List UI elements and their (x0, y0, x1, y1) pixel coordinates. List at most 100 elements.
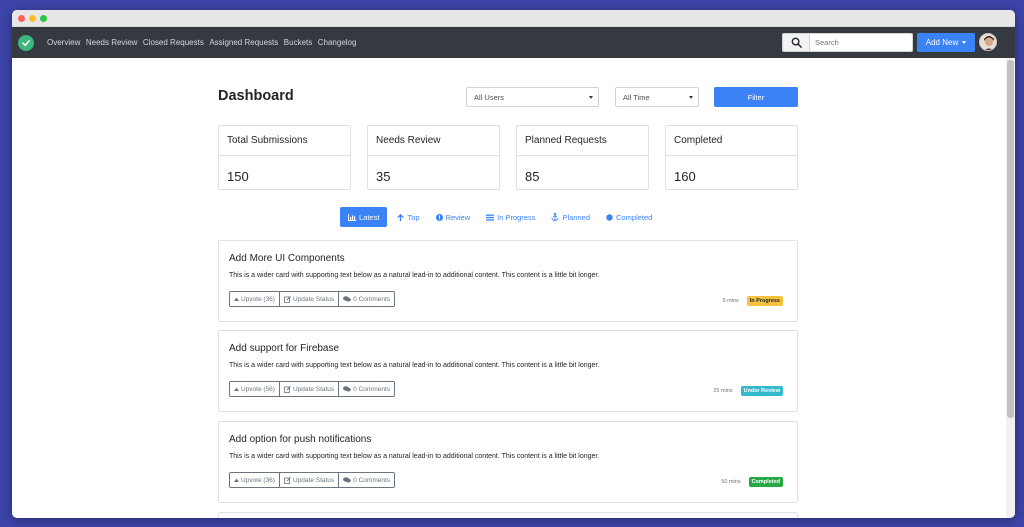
request-meta: 9 mins In Progress (723, 296, 783, 306)
stat-value: 160 (674, 169, 696, 184)
user-filter-select[interactable]: All Users (466, 87, 599, 107)
comments-icon (343, 477, 351, 483)
top-navbar: Overview Needs Review Closed Requests As… (12, 27, 1015, 58)
brand-check-logo[interactable] (18, 35, 34, 51)
update-status-label: Update Status (292, 385, 335, 393)
request-actions: Upvote (56) Update Status 0 Comments (229, 381, 396, 397)
update-status-label: Update Status (292, 295, 335, 303)
exclamation-circle-icon (435, 213, 443, 221)
stat-card-needs-review: Needs Review 35 (367, 125, 500, 190)
bar-chart-icon (348, 213, 356, 221)
request-actions: Upvote (36) Update Status 0 Comments (229, 291, 396, 307)
tab-label: Top (407, 212, 420, 222)
edit-icon (284, 295, 291, 303)
request-card: Add support for Firebase This is a wider… (218, 330, 798, 412)
arrow-up-icon (397, 213, 405, 221)
tab-top[interactable]: Top (391, 207, 425, 227)
comments-button[interactable]: 0 Comments (339, 292, 394, 306)
search-group (782, 33, 913, 52)
comments-button[interactable]: 0 Comments (339, 473, 394, 487)
search-input[interactable] (810, 34, 912, 51)
request-title[interactable]: Add option for push notifications (229, 434, 371, 445)
nav-link-changelog[interactable]: Changelog (318, 38, 357, 47)
upvote-label: Upvote (36) (241, 295, 275, 303)
request-card: Add More UI Components This is a wider c… (218, 240, 798, 322)
chevron-down-icon (689, 96, 693, 99)
time-filter-value: All Time (623, 92, 650, 102)
avatar[interactable] (979, 33, 997, 51)
tab-in-progress[interactable]: In Progress (480, 207, 541, 227)
tab-label: Planned (562, 212, 591, 222)
update-status-label: Update Status (292, 476, 335, 484)
tab-planned[interactable]: Planned (545, 207, 596, 227)
hexagon-icon (606, 213, 613, 221)
page-title: Dashboard (218, 88, 294, 104)
browser-window: Overview Needs Review Closed Requests As… (12, 10, 1015, 518)
request-actions: Upvote (36) Update Status 0 Comments (229, 472, 396, 488)
add-new-label: Add New (925, 38, 959, 47)
request-meta: 50 mins Completed (721, 477, 783, 487)
update-status-button[interactable]: Update Status (280, 292, 340, 306)
chevron-down-icon (589, 96, 593, 99)
status-badge: Completed (748, 477, 783, 487)
request-title[interactable]: Add support for Firebase (229, 343, 339, 354)
minimize-window-button[interactable] (29, 15, 36, 22)
add-new-dropdown-button[interactable]: Add New (917, 33, 975, 52)
request-description: This is a wider card with supporting tex… (229, 272, 600, 279)
stat-card-total-submissions: Total Submissions 150 (218, 125, 351, 190)
comments-button[interactable]: 0 Comments (339, 382, 394, 396)
maximize-window-button[interactable] (40, 15, 47, 22)
nav-link-needs-review[interactable]: Needs Review (86, 38, 138, 47)
anchor-icon (551, 213, 560, 221)
nav-links: Overview Needs Review Closed Requests As… (47, 27, 362, 58)
stat-value: 150 (227, 169, 249, 184)
nav-link-buckets[interactable]: Buckets (284, 38, 312, 47)
request-card (218, 512, 798, 518)
window-titlebar (12, 10, 1015, 27)
nav-link-closed-requests[interactable]: Closed Requests (143, 38, 204, 47)
update-status-button[interactable]: Update Status (280, 382, 340, 396)
nav-link-overview[interactable]: Overview (47, 38, 80, 47)
upvote-button[interactable]: Upvote (56) (230, 382, 280, 396)
upvote-button[interactable]: Upvote (36) (230, 292, 280, 306)
user-filter-value: All Users (474, 92, 505, 102)
nav-link-assigned-requests[interactable]: Assigned Requests (209, 38, 278, 47)
stat-value: 85 (525, 169, 540, 184)
request-card: Add option for push notifications This i… (218, 421, 798, 503)
stat-card-completed: Completed 160 (665, 125, 798, 190)
tab-label: Completed (616, 212, 653, 222)
page-scrollbar-thumb[interactable] (1007, 60, 1014, 418)
upvote-label: Upvote (36) (241, 476, 275, 484)
comments-label: 0 Comments (353, 295, 391, 303)
search-button[interactable] (783, 34, 810, 51)
tab-label: Latest (359, 212, 380, 222)
tab-latest[interactable]: Latest (340, 207, 388, 227)
filter-button[interactable]: Filter (714, 87, 798, 107)
edit-icon (284, 476, 291, 484)
caret-up-icon (234, 387, 239, 391)
caret-up-icon (234, 478, 239, 482)
status-badge: Under Review (740, 386, 783, 396)
stat-card-planned-requests: Planned Requests 85 (516, 125, 649, 190)
update-status-button[interactable]: Update Status (280, 473, 340, 487)
edit-icon (284, 385, 291, 393)
request-time: 25 mins (713, 388, 733, 394)
upvote-button[interactable]: Upvote (36) (230, 473, 280, 487)
stat-label: Planned Requests (517, 126, 648, 156)
request-time: 50 mins (721, 479, 741, 485)
close-window-button[interactable] (18, 15, 25, 22)
status-badge: In Progress (746, 296, 783, 306)
list-icon (486, 214, 495, 221)
request-title[interactable]: Add More UI Components (229, 253, 345, 264)
comments-icon (343, 386, 351, 392)
chevron-down-icon (962, 41, 967, 44)
tab-review[interactable]: Review (430, 207, 477, 227)
tab-label: In Progress (497, 212, 536, 222)
tab-completed[interactable]: Completed (600, 207, 658, 227)
time-filter-select[interactable]: All Time (615, 87, 699, 107)
stat-value: 35 (376, 169, 391, 184)
upvote-label: Upvote (56) (241, 385, 275, 393)
comments-label: 0 Comments (353, 385, 391, 393)
request-description: This is a wider card with supporting tex… (229, 453, 600, 460)
stat-label: Total Submissions (219, 126, 350, 156)
